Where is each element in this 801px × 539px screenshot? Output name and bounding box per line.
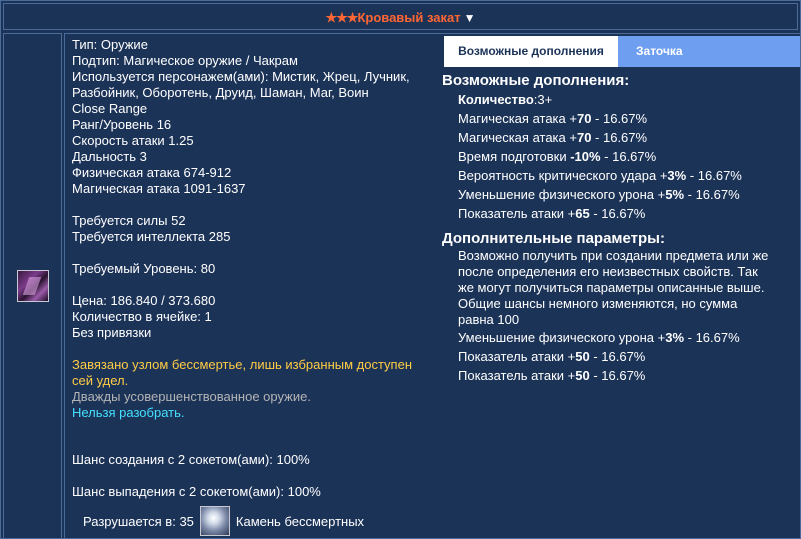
item-name: Кровавый закат <box>357 10 461 25</box>
addons-heading: Возможные дополнения: <box>442 72 630 89</box>
item-type: Тип: Оружие <box>72 37 148 52</box>
craft-chance: Шанс создания с 2 сокетом(ами): 100% <box>72 452 310 467</box>
tab-bar: Возможные дополнения Заточка <box>444 36 800 67</box>
item-req-str: Требуется силы 52 <box>72 213 186 228</box>
item-phys-attack: Физическая атака 674-912 <box>72 165 232 180</box>
item-req-level: Требуемый Уровень: 80 <box>72 261 216 276</box>
addon-row: Показатель атаки +65 - 16.67% <box>458 206 646 221</box>
addons-count-value: :3+ <box>533 92 553 107</box>
weapon-chakram-icon[interactable] <box>17 270 49 302</box>
drop-chance: Шанс выпадения с 2 сокетом(ами): 100% <box>72 484 321 499</box>
destroy-info: Разрушается в: 35 Камень бессмертных <box>83 504 364 538</box>
item-used-by: Используется персонажем(ами): Мистик, Жр… <box>72 69 410 84</box>
addon-row: Магическая атака +70 - 16.67% <box>458 130 648 145</box>
extra-note: Общие шансы немного изменяются, но сумма <box>458 296 738 311</box>
destroy-label: Разрушается в: <box>83 513 176 529</box>
item-binding: Без привязки <box>72 325 152 340</box>
extra-note: равна 100 <box>458 312 520 327</box>
immortal-stone-icon[interactable] <box>199 506 230 536</box>
item-price: Цена: 186.840 / 373.680 <box>72 293 216 308</box>
addon-row: Вероятность критического удара +3% - 16.… <box>458 168 742 183</box>
addons-count-label: Количество <box>458 92 534 107</box>
extra-row: Показатель атаки +50 - 16.67% <box>458 368 646 383</box>
item-used-by-cont: Разбойник, Оборотень, Друид, Шаман, Маг,… <box>72 85 369 100</box>
extra-note: же могут получиться параметры описанные … <box>458 280 765 295</box>
extra-note: после определения его неизвестных свойст… <box>458 264 758 279</box>
item-attack-speed: Скорость атаки 1.25 <box>72 133 194 148</box>
item-subtype: Подтип: Магическое оружие / Чакрам <box>72 53 298 68</box>
item-no-disassemble: Нельзя разобрать. <box>72 405 185 420</box>
item-range-type: Close Range <box>72 101 148 116</box>
extra-row: Показатель атаки +50 - 16.67% <box>458 349 646 364</box>
addons-count: Количество:3+ <box>442 90 798 109</box>
dropdown-arrow-icon[interactable]: ▼ <box>464 11 476 25</box>
destroy-item-name: Камень бессмертных <box>235 513 365 529</box>
tab-possible-addons[interactable]: Возможные дополнения <box>444 36 618 67</box>
item-title-bar[interactable]: ★★★Кровавый закат ▼ <box>3 3 798 30</box>
addon-row: Уменьшение физического урона +5% - 16.67… <box>458 187 740 202</box>
grade-stars: ★★★ <box>325 10 358 25</box>
item-stack: Количество в ячейке: 1 <box>72 309 212 324</box>
item-description: Завязано узлом бессмертье, лишь избранны… <box>72 357 412 372</box>
addons-panel: Возможные дополнения: Количество:3+ Маги… <box>442 71 798 385</box>
extra-row: Уменьшение физического урона +3% - 16.67… <box>458 330 740 345</box>
item-rank: Ранг/Уровень 16 <box>72 117 172 132</box>
tab-sharpening[interactable]: Заточка <box>618 36 800 67</box>
icon-column <box>3 33 62 539</box>
addon-row: Время подготовки -10% - 16.67% <box>458 149 657 164</box>
extra-note: Возможно получить при создании предмета … <box>458 248 769 263</box>
item-stats: Тип: Оружие Подтип: Магическое оружие / … <box>72 37 442 421</box>
extra-heading: Дополнительные параметры: <box>442 230 665 247</box>
addon-row: Магическая атака +70 - 16.67% <box>458 111 648 126</box>
item-mag-attack: Магическая атака 1091-1637 <box>72 181 246 196</box>
item-description-cont: сей удел. <box>72 373 129 388</box>
item-distance: Дальность 3 <box>72 149 147 164</box>
item-req-int: Требуется интеллекта 285 <box>72 229 231 244</box>
destroy-count: 35 <box>179 513 194 529</box>
item-refined: Дважды усовершенствованное оружие. <box>72 389 311 404</box>
